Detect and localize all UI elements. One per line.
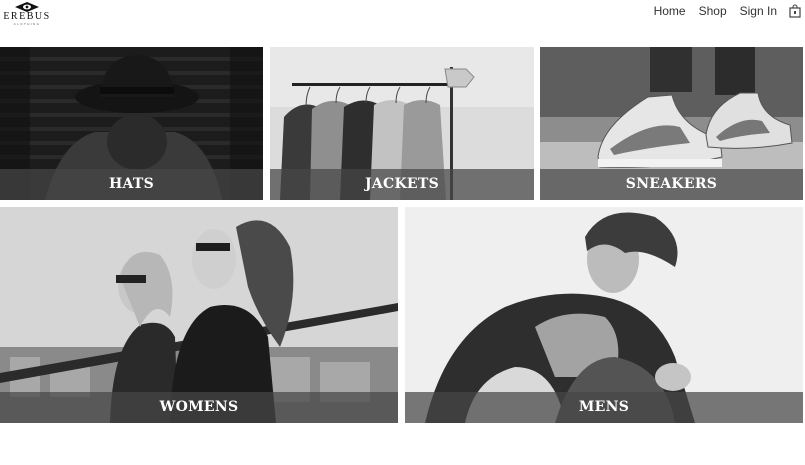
category-label-womens: WOMENS bbox=[159, 399, 239, 415]
shopping-bag-icon[interactable] bbox=[789, 4, 801, 18]
category-tile-mens[interactable]: MENS bbox=[405, 207, 803, 423]
category-label-sneakers: SNEAKERS bbox=[625, 176, 718, 192]
category-tile-jackets[interactable]: JACKETS bbox=[270, 47, 534, 200]
brand-name: EREBUS bbox=[3, 11, 51, 22]
nav-home-link[interactable]: Home bbox=[654, 4, 686, 18]
nav-shop-link[interactable]: Shop bbox=[699, 4, 727, 18]
category-label-mens: MENS bbox=[578, 399, 630, 415]
site-header: EREBUS CLOTHING Home Shop Sign In bbox=[0, 0, 805, 46]
brand-logo[interactable]: EREBUS CLOTHING bbox=[3, 2, 51, 28]
nav-sign-in-link[interactable]: Sign In bbox=[740, 4, 777, 18]
main-nav: Home Shop Sign In bbox=[641, 4, 801, 18]
category-tile-hats[interactable]: HATS bbox=[0, 47, 263, 200]
mens-photo bbox=[405, 207, 803, 423]
category-label-hats: HATS bbox=[108, 176, 155, 192]
category-label-jackets: JACKETS bbox=[364, 176, 440, 192]
category-tile-sneakers[interactable]: SNEAKERS bbox=[540, 47, 803, 200]
womens-photo bbox=[0, 207, 398, 423]
category-tile-womens[interactable]: WOMENS bbox=[0, 207, 398, 423]
brand-tagline: CLOTHING bbox=[13, 22, 41, 26]
